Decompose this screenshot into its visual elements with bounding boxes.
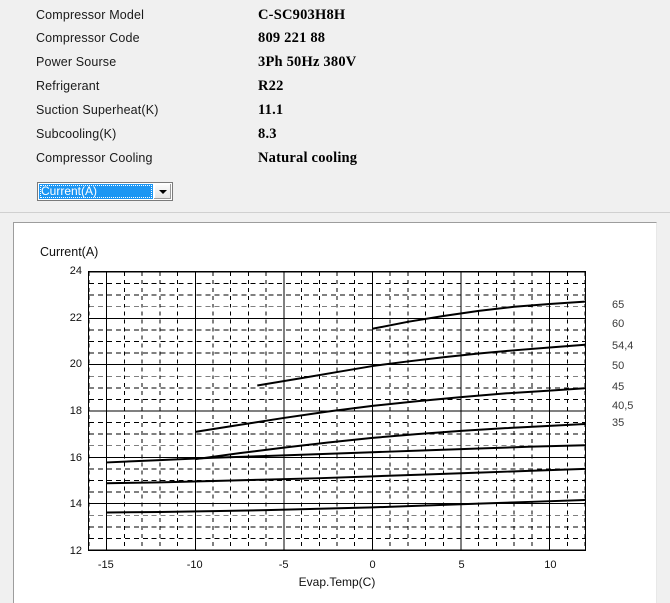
curve-35 [106, 498, 585, 514]
y-tick-label: 22 [69, 311, 82, 324]
spec-label: Compressor Cooling [36, 151, 153, 165]
spec-row: Suction Superheat(K) 11.1 [36, 99, 636, 121]
spec-row: Compressor Code 809 221 88 [36, 27, 636, 49]
spec-row: Compressor Cooling Natural cooling [36, 147, 636, 169]
y-axis-tick-labels: 12 14 16 18 20 22 24 [40, 265, 82, 557]
y-tick-label: 12 [69, 545, 82, 557]
spec-label: Compressor Model [36, 8, 144, 22]
x-axis-tick-labels: -15 -10 -5 0 5 10 [88, 559, 588, 575]
plot-area [88, 271, 586, 551]
curve-65 [372, 300, 585, 330]
spec-row: Power Sourse 3Ph 50Hz 380V [36, 51, 636, 73]
legend-label-50: 50 [612, 360, 625, 373]
spec-value: Natural cooling [258, 149, 358, 166]
x-tick-label: 10 [544, 559, 557, 571]
spec-row: Compressor Model C-SC903H8H [36, 4, 636, 26]
spec-label: Subcooling(K) [36, 127, 117, 141]
compressor-spec-panel: Compressor Model C-SC903H8H Compressor C… [0, 0, 670, 213]
x-tick-label: -15 [97, 559, 114, 571]
chart-x-axis-title: Evap.Temp(C) [298, 575, 376, 589]
legend-label-60: 60 [612, 318, 625, 331]
y-tick-label: 18 [69, 405, 82, 417]
x-tick-label: -10 [186, 559, 203, 571]
spec-row: Refrigerant R22 [36, 75, 636, 97]
chevron-down-icon[interactable] [153, 184, 171, 199]
x-tick-label: 5 [458, 559, 465, 571]
curve-60 [257, 343, 585, 387]
spec-value: 8.3 [258, 125, 277, 142]
y-tick-label: 24 [69, 265, 82, 277]
legend-label-40,5: 40,5 [612, 399, 634, 412]
spec-label: Compressor Code [36, 31, 140, 45]
curve-50 [195, 422, 585, 461]
legend-label-65: 65 [612, 298, 625, 311]
spec-value: 11.1 [258, 101, 284, 118]
curve-54,4 [195, 387, 585, 433]
spec-label: Suction Superheat(K) [36, 103, 159, 117]
spec-row: Subcooling(K) 8.3 [36, 123, 636, 145]
y-tick-label: 16 [69, 451, 82, 464]
chart-y-axis-title: Current(A) [40, 245, 99, 259]
series-select-dropdown[interactable]: Current(A) [37, 182, 173, 201]
spec-label: Refrigerant [36, 79, 100, 93]
y-tick-label: 20 [69, 358, 82, 371]
chart-panel: Current(A) 12 14 16 18 20 22 24 -15 -10 -5 0 5 10 E… [13, 222, 657, 603]
y-tick-label: 14 [69, 498, 82, 511]
legend-label-45: 45 [612, 380, 625, 393]
condensing-temp-legend: 65 60 54,4 50 45 40,5 35 [612, 271, 656, 551]
curve-40,5 [106, 467, 585, 485]
legend-label-54,4: 54,4 [612, 340, 634, 353]
spec-value: 809 221 88 [258, 29, 326, 46]
spec-label: Power Sourse [36, 55, 117, 69]
x-tick-label: -5 [278, 559, 289, 571]
chart-curves [106, 300, 585, 514]
curve-45 [106, 444, 585, 464]
header-divider [0, 212, 670, 213]
spec-value: R22 [258, 77, 284, 94]
x-tick-label: 0 [369, 559, 376, 571]
spec-value: 3Ph 50Hz 380V [258, 53, 357, 70]
spec-value: C-SC903H8H [258, 6, 346, 23]
series-select-value[interactable]: Current(A) [39, 184, 153, 199]
legend-label-35: 35 [612, 416, 625, 429]
